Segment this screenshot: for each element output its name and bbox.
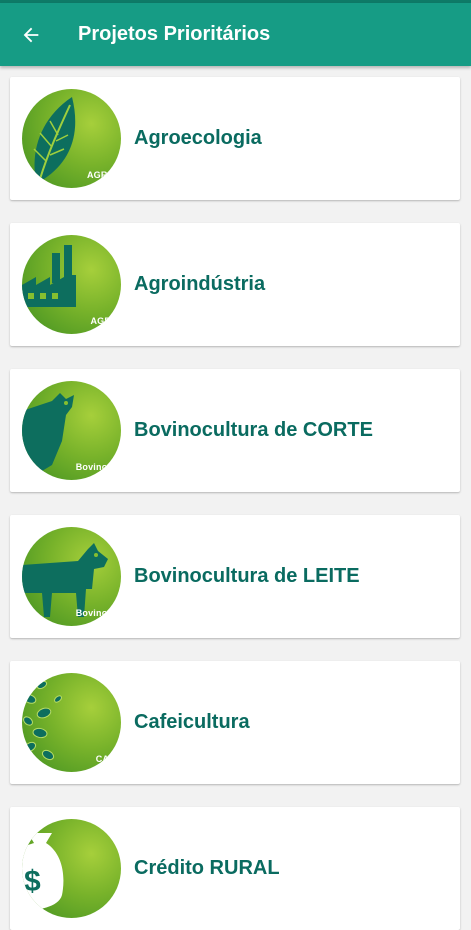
project-label: Crédito RURAL [134,857,280,879]
project-label: Cafeicultura [134,711,250,733]
icon-caption: CAFE [95,754,121,764]
leaf-icon: AGROE [22,89,121,188]
cow-icon: Bovinocul [22,527,121,626]
coffee-beans-icon: CAFE [22,673,121,772]
project-card-agroecologia[interactable]: AGROE Agroecologia [10,77,460,200]
page-title: Projetos Prioritários [78,23,271,45]
project-card-agroindustria[interactable]: AGROI Agroindústria [10,223,460,346]
project-card-credito-rural[interactable]: $ Crédito RURAL [10,807,460,930]
project-label: Agroecologia [134,127,262,149]
app-bar: Projetos Prioritários [0,3,471,66]
icon-caption: AGROE [86,170,121,180]
project-card-bovinocultura-leite[interactable]: Bovinocul Bovinocultura de LEITE [10,515,460,638]
icon-caption: Bovinocul [75,462,121,472]
factory-icon: AGROI [22,235,121,334]
project-card-cafeicultura[interactable]: CAFE Cafeicultura [10,661,460,784]
project-card-bovinocultura-corte[interactable]: Bovinocul Bovinocultura de CORTE [10,369,460,492]
money-bag-icon: $ [22,819,121,918]
icon-caption: Bovinocul [75,608,121,618]
project-label: Bovinocultura de LEITE [134,565,360,587]
project-label: Bovinocultura de CORTE [134,419,373,441]
icon-caption: AGROI [90,316,121,326]
project-label: Agroindústria [134,273,266,295]
arrow-left-icon [23,27,39,42]
back-button[interactable] [15,19,47,51]
svg-text:$: $ [24,865,41,898]
bull-icon: Bovinocul [22,381,121,480]
